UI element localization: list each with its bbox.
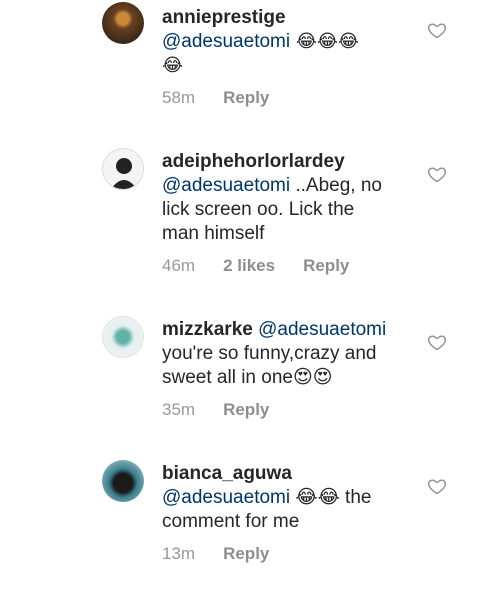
comment-body-line3: man himself [162, 223, 265, 244]
comment-body: 😂😂 the [290, 487, 372, 508]
comment-body: 😂😂😂 [290, 31, 359, 52]
comment-meta: 13m Reply [162, 544, 297, 564]
comment-time: 13m [162, 544, 196, 563]
comment-body-line2: comment for me [162, 511, 300, 532]
comment-body-line2: lick screen oo. Lick the [162, 199, 355, 220]
comment-time: 58m [162, 88, 196, 107]
heart-outline-icon[interactable] [427, 332, 447, 352]
avatar[interactable] [102, 316, 144, 358]
comment-mention[interactable]: @adesuaetomi [162, 487, 290, 508]
comment-username[interactable]: annieprestige [162, 7, 286, 28]
reply-button[interactable]: Reply [223, 400, 269, 420]
comment-text: adeiphehorlorlardey @adesuaetomi ..Abeg,… [162, 150, 400, 246]
comment-body-line3: sweet all in one😍😍 [162, 367, 333, 388]
comment-body-line2: 😂 [162, 55, 184, 76]
comment-text: bianca_aguwa @adesuaetomi 😂😂 the comment… [162, 462, 400, 534]
comment-time: 46m [162, 256, 196, 275]
reply-button[interactable]: Reply [223, 544, 269, 564]
comment-username[interactable]: mizzkarke [162, 319, 253, 340]
comment-mention[interactable]: @adesuaetomi [162, 31, 290, 52]
comment-mention[interactable]: @adesuaetomi [258, 319, 386, 340]
heart-outline-icon[interactable] [427, 20, 447, 40]
comment-username[interactable]: adeiphehorlorlardey [162, 151, 345, 172]
comment-body-line2: you're so funny,crazy and [162, 343, 377, 364]
avatar[interactable] [102, 460, 144, 502]
comment-body: ..Abeg, no [290, 175, 382, 196]
comment-time: 35m [162, 400, 196, 419]
comment-text: mizzkarke @adesuaetomi you're so funny,c… [162, 318, 400, 390]
comment-mention[interactable]: @adesuaetomi [162, 175, 290, 196]
comment-username[interactable]: bianca_aguwa [162, 463, 292, 484]
comment-meta: 58m Reply [162, 88, 297, 108]
reply-button[interactable]: Reply [223, 88, 269, 108]
reply-button[interactable]: Reply [303, 256, 349, 276]
heart-outline-icon[interactable] [427, 476, 447, 496]
avatar[interactable] [102, 148, 144, 190]
likes-count[interactable]: 2 likes [223, 256, 275, 276]
heart-outline-icon[interactable] [427, 164, 447, 184]
avatar[interactable] [102, 2, 144, 44]
comment-meta: 46m 2 likes Reply [162, 256, 377, 276]
comment-text: annieprestige @adesuaetomi 😂😂😂 😂 [162, 6, 400, 78]
comment-meta: 35m Reply [162, 400, 297, 420]
